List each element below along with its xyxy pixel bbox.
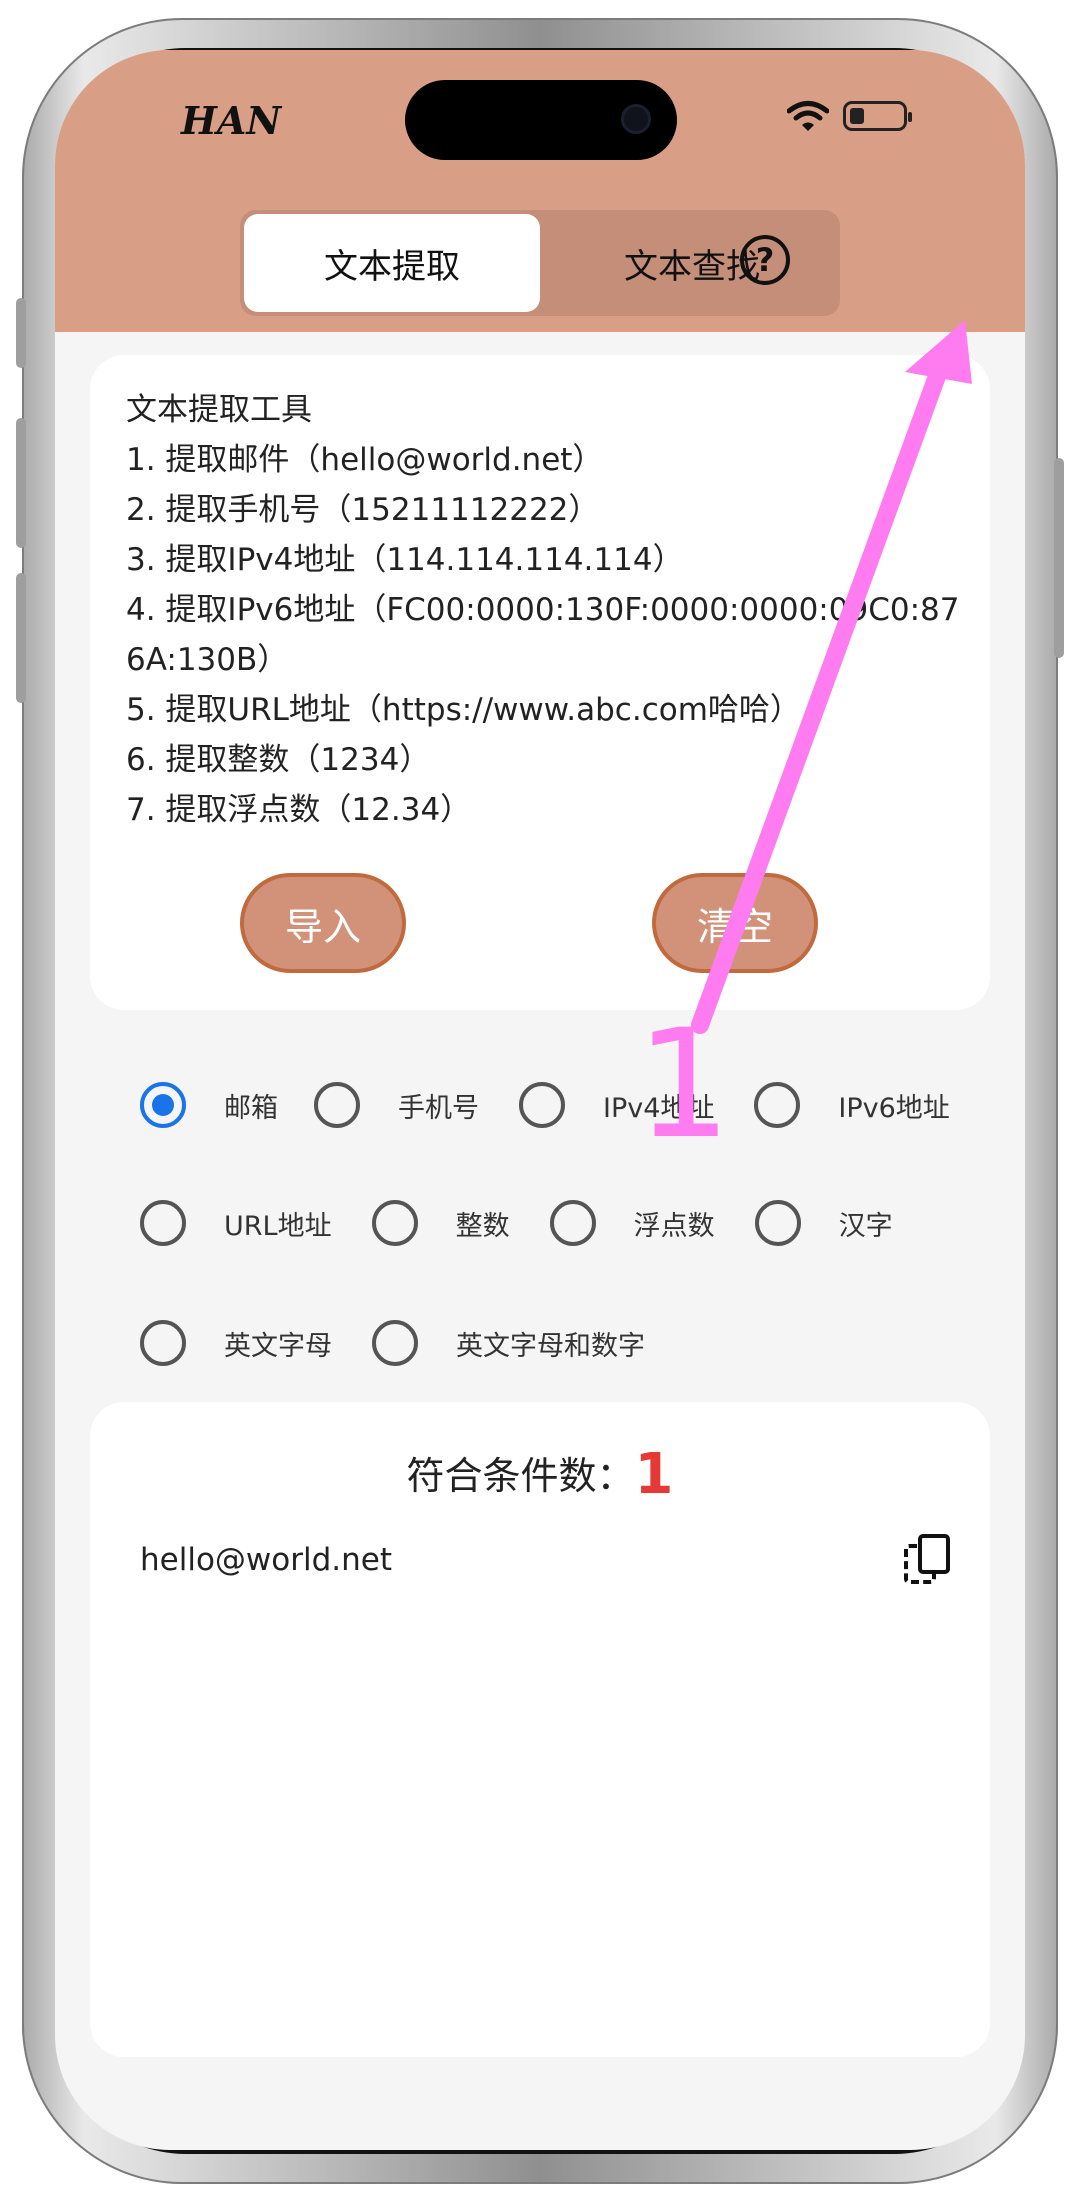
info-line: 2. 提取手机号（15211112222） [126,492,600,528]
options-row-3: 英文字母 英文字母和数字 [140,1320,645,1366]
radio-label: IPv6地址 [838,1092,950,1124]
info-line: 文本提取工具 [126,392,312,428]
info-line: 7. 提取浮点数（12.34） [126,792,472,828]
radio-unchecked-icon [314,1082,360,1128]
input-card: 文本提取工具 1. 提取邮件（hello@world.net） 2. 提取手机号… [90,355,990,1010]
radio-label: 浮点数 [633,1210,715,1242]
import-button[interactable]: 导入 [240,873,406,973]
info-line: 1. 提取邮件（hello@world.net） [126,442,604,478]
question-circle-icon[interactable]: ? [740,235,790,285]
dynamic-island [405,80,677,160]
radio-chinese[interactable]: 汉字 [754,1200,893,1246]
info-line: 3. 提取IPv4地址（114.114.114.114） [126,542,684,578]
radio-label: 整数 [455,1210,510,1242]
radio-unchecked-icon [519,1082,565,1128]
radio-unchecked-icon [754,1082,801,1128]
radio-label: 手机号 [398,1092,479,1124]
battery-icon [843,101,912,131]
wifi-icon [787,101,829,131]
radio-letters-digits[interactable]: 英文字母和数字 [372,1320,645,1366]
match-count-value: 1 [634,1442,674,1507]
radio-unchecked-icon [140,1200,186,1246]
radio-unchecked-icon [372,1320,418,1366]
options-row-2: URL地址 整数 浮点数 汉字 [140,1200,893,1246]
radio-label: 英文字母 [224,1330,332,1362]
clear-button[interactable]: 清空 [652,873,818,973]
annotation-number: 1 [636,998,732,1172]
radio-label: URL地址 [224,1210,332,1242]
radio-integer[interactable]: 整数 [371,1200,510,1246]
info-line: 6. 提取整数（1234） [126,742,431,778]
brand-logo: HAN [181,98,282,143]
radio-label: 英文字母和数字 [456,1330,645,1362]
radio-float[interactable]: 浮点数 [549,1200,715,1246]
status-bar-icons [787,100,912,132]
radio-email[interactable]: 邮箱 [140,1082,278,1128]
tab-label: 文本提取 [324,246,460,287]
radio-ipv6[interactable]: IPv6地址 [754,1082,950,1128]
radio-label: 汉字 [838,1210,893,1242]
tab-text-extract[interactable]: 文本提取 [244,214,540,312]
copy-icon[interactable] [904,1534,950,1586]
options-row-1: 邮箱 手机号 IPv4地址 IPv6地址 [140,1082,950,1128]
info-line: 5. 提取URL地址（https://www.abc.com哈哈） [126,692,801,728]
radio-checked-icon [140,1082,186,1128]
radio-label: 邮箱 [224,1092,278,1124]
radio-unchecked-icon [140,1320,186,1366]
app-header: HAN 文本提取 文本查找 ? [55,50,1025,332]
radio-unchecked-icon [371,1200,418,1246]
radio-phone[interactable]: 手机号 [314,1082,479,1128]
match-count: 符合条件数：1 [90,1442,990,1507]
radio-unchecked-icon [549,1200,596,1246]
result-item: hello@world.net [140,1534,950,1586]
radio-unchecked-icon [754,1200,801,1246]
app-screen: HAN 文本提取 文本查找 ? 文本提取工具 1. 提取邮件（hello@wor… [55,50,1025,2150]
input-text-area[interactable]: 文本提取工具 1. 提取邮件（hello@world.net） 2. 提取手机号… [126,385,966,835]
match-count-label: 符合条件数： [406,1454,635,1498]
info-line: 4. 提取IPv6地址（FC00:0000:130F:0000:0000:09C… [126,592,960,678]
tab-text-search[interactable]: 文本查找 [544,210,840,316]
radio-letters[interactable]: 英文字母 [140,1320,332,1366]
result-item-text: hello@world.net [140,1542,392,1578]
radio-url[interactable]: URL地址 [140,1200,332,1246]
result-card: 符合条件数：1 hello@world.net [90,1402,990,2057]
